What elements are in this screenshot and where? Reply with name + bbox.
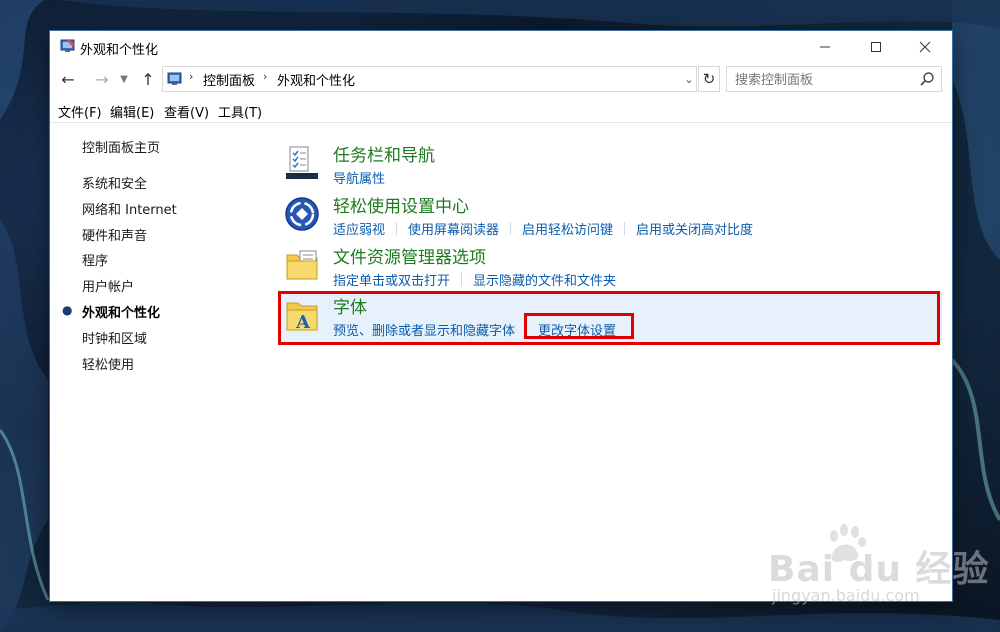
ease-of-access-icon [285,197,319,231]
sidebar-item-hardware-sound[interactable]: 硬件和声音 [82,225,147,244]
category-list: 任务栏和导航 导航属性 轻松使用设置中心 适应弱视 使用屏幕阅读器 启用轻松访问… [278,123,952,601]
category-title[interactable]: 字体 [333,293,367,318]
category-fonts: A 字体 预览、删除或者显示和隐藏字体 更改字体设置 [278,293,942,343]
category-taskbar-navigation: 任务栏和导航 导航属性 [278,141,942,191]
minimize-icon [820,46,830,47]
category-file-explorer-options: 文件资源管理器选项 指定单击或双击打开 显示隐藏的文件和文件夹 [278,243,942,293]
address-history-dropdown[interactable]: ⌄ [682,67,696,91]
link-show-hidden-files[interactable]: 显示隐藏的文件和文件夹 [473,270,616,289]
breadcrumb-control-panel[interactable]: 控制面板 [203,70,255,89]
breadcrumb-appearance[interactable]: 外观和个性化 [277,70,355,89]
link-separator [510,222,512,235]
search-box[interactable] [726,66,942,92]
sidebar-item-network-internet[interactable]: 网络和 Internet [82,199,177,218]
link-separator [396,222,398,235]
category-title[interactable]: 任务栏和导航 [333,141,435,166]
sidebar-home-link[interactable]: 控制面板主页 [82,137,160,156]
chevron-down-icon: ▼ [120,73,128,85]
link-separator [526,323,528,336]
sidebar: 控制面板主页 系统和安全 网络和 Internet 硬件和声音 程序 用户帐户 … [50,123,280,601]
breadcrumb-separator-icon: › [263,70,268,83]
link-change-font-settings[interactable]: 更改字体设置 [538,320,616,339]
forward-button[interactable]: → [92,67,112,91]
close-icon [919,41,931,52]
appearance-window-icon [60,39,75,52]
category-links: 指定单击或双击打开 显示隐藏的文件和文件夹 [333,270,616,289]
menu-view[interactable]: 查看(V) [164,102,209,121]
link-high-contrast[interactable]: 启用或关闭高对比度 [636,219,753,238]
svg-text:A: A [295,312,311,333]
link-separator [461,273,463,286]
category-title[interactable]: 文件资源管理器选项 [333,243,486,268]
link-preview-delete-fonts[interactable]: 预览、删除或者显示和隐藏字体 [333,320,515,339]
breadcrumb-separator-icon: › [189,70,194,83]
chevron-down-icon: ⌄ [684,72,694,86]
link-screen-reader[interactable]: 使用屏幕阅读器 [408,219,499,238]
minimize-button[interactable] [802,31,848,62]
fonts-icon: A [286,302,318,333]
window-title: 外观和个性化 [80,43,159,58]
arrow-right-icon: → [95,69,109,89]
link-navigation-properties[interactable]: 导航属性 [333,168,385,187]
taskbar-icon [286,146,318,179]
link-separator [624,222,626,235]
menu-tools[interactable]: 工具(T) [218,102,262,121]
menu-file[interactable]: 文件(F) [58,102,102,121]
sidebar-item-user-accounts[interactable]: 用户帐户 [82,276,134,295]
arrow-left-icon: ← [61,69,75,89]
sidebar-item-appearance[interactable]: 外观和个性化 [82,302,160,321]
sidebar-item-programs[interactable]: 程序 [82,250,108,269]
refresh-icon: ↻ [702,70,716,88]
close-button[interactable] [902,31,948,62]
recent-locations-button[interactable]: ▼ [114,67,134,91]
maximize-icon [871,41,881,52]
link-low-vision[interactable]: 适应弱视 [333,219,385,238]
link-single-double-click[interactable]: 指定单击或双击打开 [333,270,450,289]
sidebar-item-ease-of-access[interactable]: 轻松使用 [82,354,134,373]
address-bar[interactable]: › 控制面板 › 外观和个性化 [162,66,697,92]
active-bullet-icon: ● [62,303,73,317]
sidebar-item-clock-region[interactable]: 时钟和区域 [82,328,147,347]
control-panel-window: 外观和个性化 ← → ▼ ↑ › 控制面板 › 外观和个性化 ⌄ ↻ 搜索控制面… [50,31,952,601]
link-access-keys[interactable]: 启用轻松访问键 [522,219,613,238]
category-links: 导航属性 [333,168,385,187]
menu-bar: 文件(F) 编辑(E) 查看(V) 工具(T) [50,98,952,123]
sidebar-item-system-security[interactable]: 系统和安全 [82,173,147,192]
maximize-button[interactable] [853,31,899,62]
title-bar: 外观和个性化 [50,31,952,63]
up-button[interactable]: ↑ [138,67,158,91]
category-title[interactable]: 轻松使用设置中心 [333,192,469,217]
category-links: 预览、删除或者显示和隐藏字体 更改字体设置 [333,320,616,339]
arrow-up-icon: ↑ [141,69,155,89]
search-input[interactable] [733,70,917,90]
control-panel-icon [167,72,182,85]
category-links: 适应弱视 使用屏幕阅读器 启用轻松访问键 启用或关闭高对比度 [333,219,753,238]
back-button[interactable]: ← [58,67,78,91]
menu-edit[interactable]: 编辑(E) [110,102,154,121]
folder-options-icon [286,250,318,280]
category-ease-of-access-center: 轻松使用设置中心 适应弱视 使用屏幕阅读器 启用轻松访问键 启用或关闭高对比度 [278,192,942,242]
refresh-button[interactable]: ↻ [698,66,720,92]
search-icon [920,72,934,86]
